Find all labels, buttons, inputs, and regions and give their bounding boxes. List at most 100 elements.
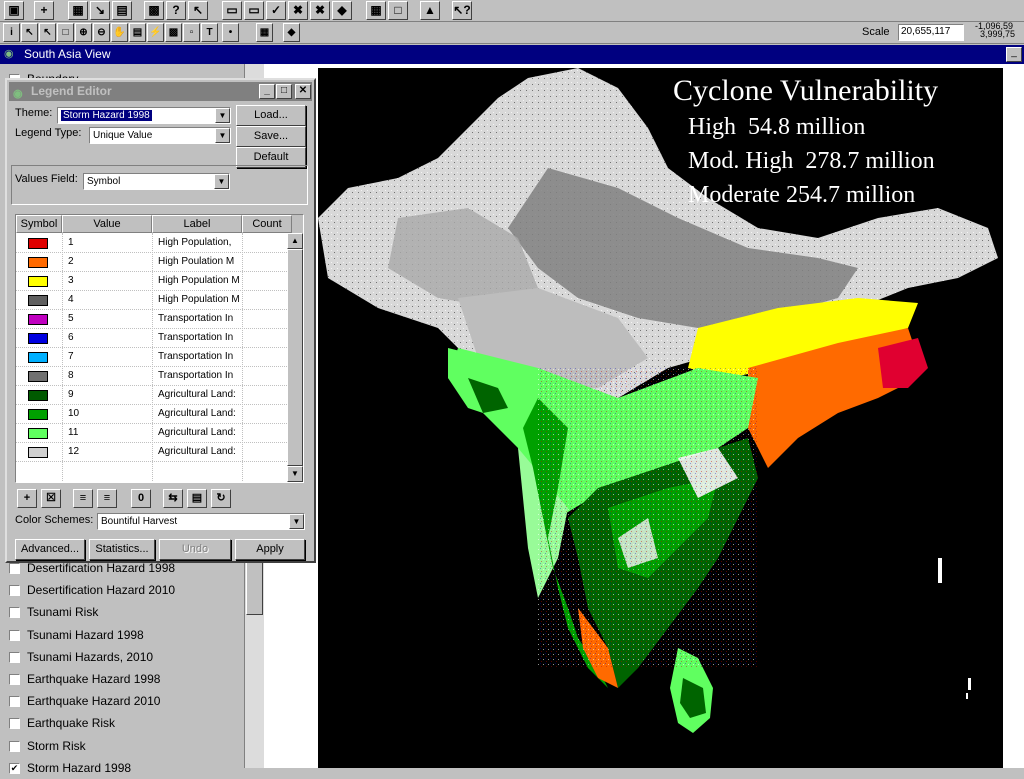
toc-item[interactable]: Earthquake Hazard 1998 bbox=[6, 668, 242, 690]
advanced-button[interactable]: Advanced... bbox=[15, 539, 85, 560]
checkbox[interactable] bbox=[9, 607, 20, 618]
zoom-out-icon[interactable]: ⊖ bbox=[93, 23, 110, 42]
zoom-previous-icon[interactable]: ◆ bbox=[332, 1, 352, 20]
reverse-order-icon[interactable]: ⇆ bbox=[163, 489, 183, 508]
class-label[interactable]: Transportation In bbox=[158, 332, 242, 343]
class-label[interactable]: Agricultural Land: bbox=[158, 446, 242, 457]
theme-dropdown[interactable]: Storm Hazard 1998 ▼ bbox=[57, 107, 231, 124]
toc-item[interactable]: Earthquake Hazard 2010 bbox=[6, 690, 242, 712]
map-canvas[interactable]: Cyclone Vulnerability High 54.8 million … bbox=[318, 68, 1003, 768]
checkbox[interactable] bbox=[9, 563, 20, 574]
symbol-swatch[interactable] bbox=[28, 447, 48, 458]
symbol-swatch[interactable] bbox=[28, 390, 48, 401]
add-class-icon[interactable]: + bbox=[17, 489, 37, 508]
zoom-full-icon[interactable]: ▭ bbox=[222, 1, 242, 20]
checkbox[interactable] bbox=[9, 696, 20, 707]
toc-item[interactable]: Tsunami Risk bbox=[6, 601, 242, 623]
select-feature-icon[interactable]: □ bbox=[57, 23, 74, 42]
save-icon[interactable]: ▣ bbox=[4, 1, 24, 20]
locate-icon[interactable]: ? bbox=[166, 1, 186, 20]
class-label[interactable]: Agricultural Land: bbox=[158, 408, 242, 419]
chevron-down-icon[interactable]: ▼ bbox=[289, 514, 304, 529]
attribute-table-icon[interactable]: ▤ bbox=[112, 1, 132, 20]
class-label[interactable]: High Population M bbox=[158, 294, 242, 305]
symbol-swatch[interactable] bbox=[28, 371, 48, 382]
draw-point-icon[interactable]: • bbox=[222, 23, 239, 42]
column-header[interactable]: Label bbox=[152, 215, 242, 233]
zoom-in-fixed-icon[interactable]: ✖ bbox=[288, 1, 308, 20]
toc-item[interactable]: Storm Risk bbox=[6, 735, 242, 757]
column-header[interactable]: Count bbox=[242, 215, 292, 233]
symbol-swatch[interactable] bbox=[28, 428, 48, 439]
help-icon[interactable]: □ bbox=[388, 1, 408, 20]
checkbox[interactable] bbox=[9, 652, 20, 663]
layout-icon[interactable]: ▦ bbox=[366, 1, 386, 20]
delete-class-icon[interactable]: ☒ bbox=[41, 489, 61, 508]
theme-properties-icon[interactable]: ▦ bbox=[68, 1, 88, 20]
toc-item[interactable]: Tsunami Hazards, 2010 bbox=[6, 646, 242, 668]
symbol-swatch[interactable] bbox=[28, 295, 48, 306]
toc-item[interactable]: Desertification Hazard 2010 bbox=[6, 579, 242, 601]
minimize-button[interactable]: _ bbox=[259, 84, 275, 99]
context-help-icon[interactable]: ↖? bbox=[452, 1, 472, 20]
color-schemes-dropdown[interactable]: Bountiful Harvest ▼ bbox=[97, 513, 305, 530]
edit-legend-icon[interactable]: ↘ bbox=[90, 1, 110, 20]
table-scrollbar[interactable]: ▲ ▼ bbox=[287, 233, 303, 482]
pointer-icon[interactable]: ↖ bbox=[21, 23, 38, 42]
zoom-selected-icon[interactable]: ✓ bbox=[266, 1, 286, 20]
chevron-down-icon[interactable]: ▼ bbox=[215, 108, 230, 123]
checkbox[interactable]: ✔ bbox=[9, 763, 20, 774]
symbol-swatch[interactable] bbox=[28, 257, 48, 268]
column-header[interactable]: Value bbox=[62, 215, 152, 233]
text-icon[interactable]: T bbox=[201, 23, 218, 42]
symbol-swatch[interactable] bbox=[28, 352, 48, 363]
zoom-out-fixed-icon[interactable]: ✖ bbox=[310, 1, 330, 20]
save-button[interactable]: Save... bbox=[236, 126, 306, 147]
toc-item[interactable]: ✔ Storm Hazard 1998 bbox=[6, 757, 242, 779]
null-value-icon[interactable]: 0 bbox=[131, 489, 151, 508]
class-label[interactable]: Transportation In bbox=[158, 313, 242, 324]
toc-item[interactable]: Tsunami Hazard 1998 bbox=[6, 624, 242, 646]
checkbox[interactable] bbox=[9, 630, 20, 641]
scroll-thumb[interactable] bbox=[287, 249, 303, 466]
minimize-button[interactable]: _ bbox=[1006, 47, 1022, 62]
class-label[interactable]: Transportation In bbox=[158, 370, 242, 381]
class-label[interactable]: Agricultural Land: bbox=[158, 389, 242, 400]
checkbox[interactable] bbox=[9, 718, 20, 729]
class-label[interactable]: High Poulation M bbox=[158, 256, 242, 267]
query-builder-icon[interactable]: ▩ bbox=[144, 1, 164, 20]
checkbox[interactable] bbox=[9, 741, 20, 752]
zoom-in-icon[interactable]: ⊕ bbox=[75, 23, 92, 42]
apply-button[interactable]: Apply bbox=[235, 539, 305, 560]
hotlink-icon[interactable]: ⚡ bbox=[147, 23, 164, 42]
chevron-down-icon[interactable]: ▼ bbox=[215, 128, 230, 143]
load-button[interactable]: Load... bbox=[236, 105, 306, 126]
network-icon[interactable]: ◆ bbox=[283, 23, 300, 42]
class-label[interactable]: Agricultural Land: bbox=[158, 427, 242, 438]
checkbox[interactable] bbox=[9, 585, 20, 596]
class-label[interactable]: Transportation In bbox=[158, 351, 242, 362]
label-icon[interactable]: ▫ bbox=[183, 23, 200, 42]
pan-icon[interactable]: ✋ bbox=[111, 23, 128, 42]
identify-icon[interactable]: i bbox=[3, 23, 20, 42]
copy-icon[interactable]: ▤ bbox=[187, 489, 207, 508]
symbol-swatch[interactable] bbox=[28, 314, 48, 325]
scroll-down-icon[interactable]: ▼ bbox=[287, 466, 303, 482]
symbol-swatch[interactable] bbox=[28, 409, 48, 420]
chevron-down-icon[interactable]: ▼ bbox=[214, 174, 229, 189]
symbol-swatch[interactable] bbox=[28, 238, 48, 249]
scroll-thumb[interactable] bbox=[246, 555, 263, 615]
statistics-button[interactable]: Statistics... bbox=[89, 539, 155, 560]
values-field-dropdown[interactable]: Symbol ▼ bbox=[83, 173, 230, 190]
area-of-interest-icon[interactable]: ▩ bbox=[165, 23, 182, 42]
measure-icon[interactable]: ▤ bbox=[129, 23, 146, 42]
zoom-active-icon[interactable]: ▭ bbox=[244, 1, 264, 20]
vertex-edit-icon[interactable]: ↖ bbox=[39, 23, 56, 42]
scale-input[interactable]: 20,655,117 bbox=[898, 24, 964, 41]
maximize-button[interactable]: □ bbox=[276, 84, 292, 99]
sort-ascending-icon[interactable]: ≡ bbox=[73, 489, 93, 508]
class-label[interactable]: High Population M bbox=[158, 275, 242, 286]
symbol-swatch[interactable] bbox=[28, 333, 48, 344]
legend-type-dropdown[interactable]: Unique Value ▼ bbox=[89, 127, 231, 144]
column-header[interactable]: Symbol bbox=[16, 215, 62, 233]
